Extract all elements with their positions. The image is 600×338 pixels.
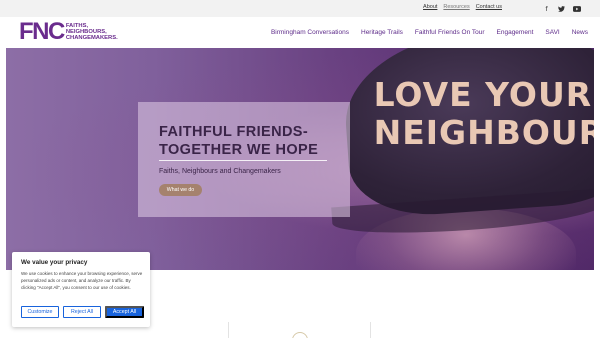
nav-item-news[interactable]: News <box>572 29 588 36</box>
facebook-icon[interactable]: f <box>541 3 552 14</box>
cap-slogan-line-2: NEIGHBOUR <box>373 113 594 153</box>
contact-us-link[interactable]: Contact us <box>476 4 502 10</box>
cap-slogan: LOVE YOUR NEIGHBOUR <box>373 75 594 153</box>
reject-all-button[interactable]: Reject All <box>63 306 101 318</box>
nav-item-engagement[interactable]: Engagement <box>497 29 534 36</box>
hero-title-line-1: FAITHFUL FRIENDS- <box>159 124 309 140</box>
what-we-do-button[interactable]: What we do <box>159 184 202 196</box>
cookie-title: We value your privacy <box>21 259 88 266</box>
twitter-icon[interactable] <box>556 3 567 14</box>
nav-item-heritage-trails[interactable]: Heritage Trails <box>361 29 403 36</box>
logo-tagline: FAITHS, NEIGHBOURS, CHANGEMAKERS. <box>66 23 118 42</box>
utility-links: About Resources Contact us <box>423 4 502 10</box>
logo-line-3: CHANGEMAKERS. <box>65 35 118 42</box>
cap-slogan-line-1: LOVE YOUR <box>373 75 593 115</box>
hero-card: FAITHFUL FRIENDS- TOGETHER WE HOPE Faith… <box>138 102 350 217</box>
logo-mark: FNC <box>19 18 65 45</box>
cookie-actions: Customize Reject All Accept All <box>21 306 144 318</box>
cookie-consent-dialog: We value your privacy We use cookies to … <box>12 252 150 327</box>
hero-banner: LOVE YOUR NEIGHBOUR FAITHFUL FRIENDS- TO… <box>6 48 594 270</box>
top-utility-bar: About Resources Contact us f <box>0 0 600 17</box>
hero-title: FAITHFUL FRIENDS- TOGETHER WE HOPE <box>159 123 318 159</box>
accept-all-button[interactable]: Accept All <box>105 306 144 318</box>
social-links: f <box>541 3 582 14</box>
hero-divider <box>159 160 327 161</box>
main-nav: Birmingham Conversations Heritage Trails… <box>271 29 588 36</box>
nav-item-faithful-friends-on-tour[interactable]: Faithful Friends On Tour <box>415 29 485 36</box>
hero-title-line-2: TOGETHER WE HOPE <box>159 142 319 158</box>
nav-item-birmingham-conversations[interactable]: Birmingham Conversations <box>271 29 349 36</box>
site-logo[interactable]: FNC FAITHS, NEIGHBOURS, CHANGEMAKERS. <box>19 20 118 44</box>
youtube-icon[interactable] <box>571 3 582 14</box>
hero-subtitle: Faiths, Neighbours and Changemakers <box>159 168 281 175</box>
resources-link[interactable]: Resources <box>443 4 469 10</box>
cookie-description: We use cookies to enhance your browsing … <box>21 271 143 291</box>
site-header: FNC FAITHS, NEIGHBOURS, CHANGEMAKERS. Bi… <box>0 17 600 48</box>
about-link[interactable]: About <box>423 4 437 10</box>
customize-button[interactable]: Customize <box>21 306 59 318</box>
nav-item-savi[interactable]: SAVI <box>545 29 559 36</box>
